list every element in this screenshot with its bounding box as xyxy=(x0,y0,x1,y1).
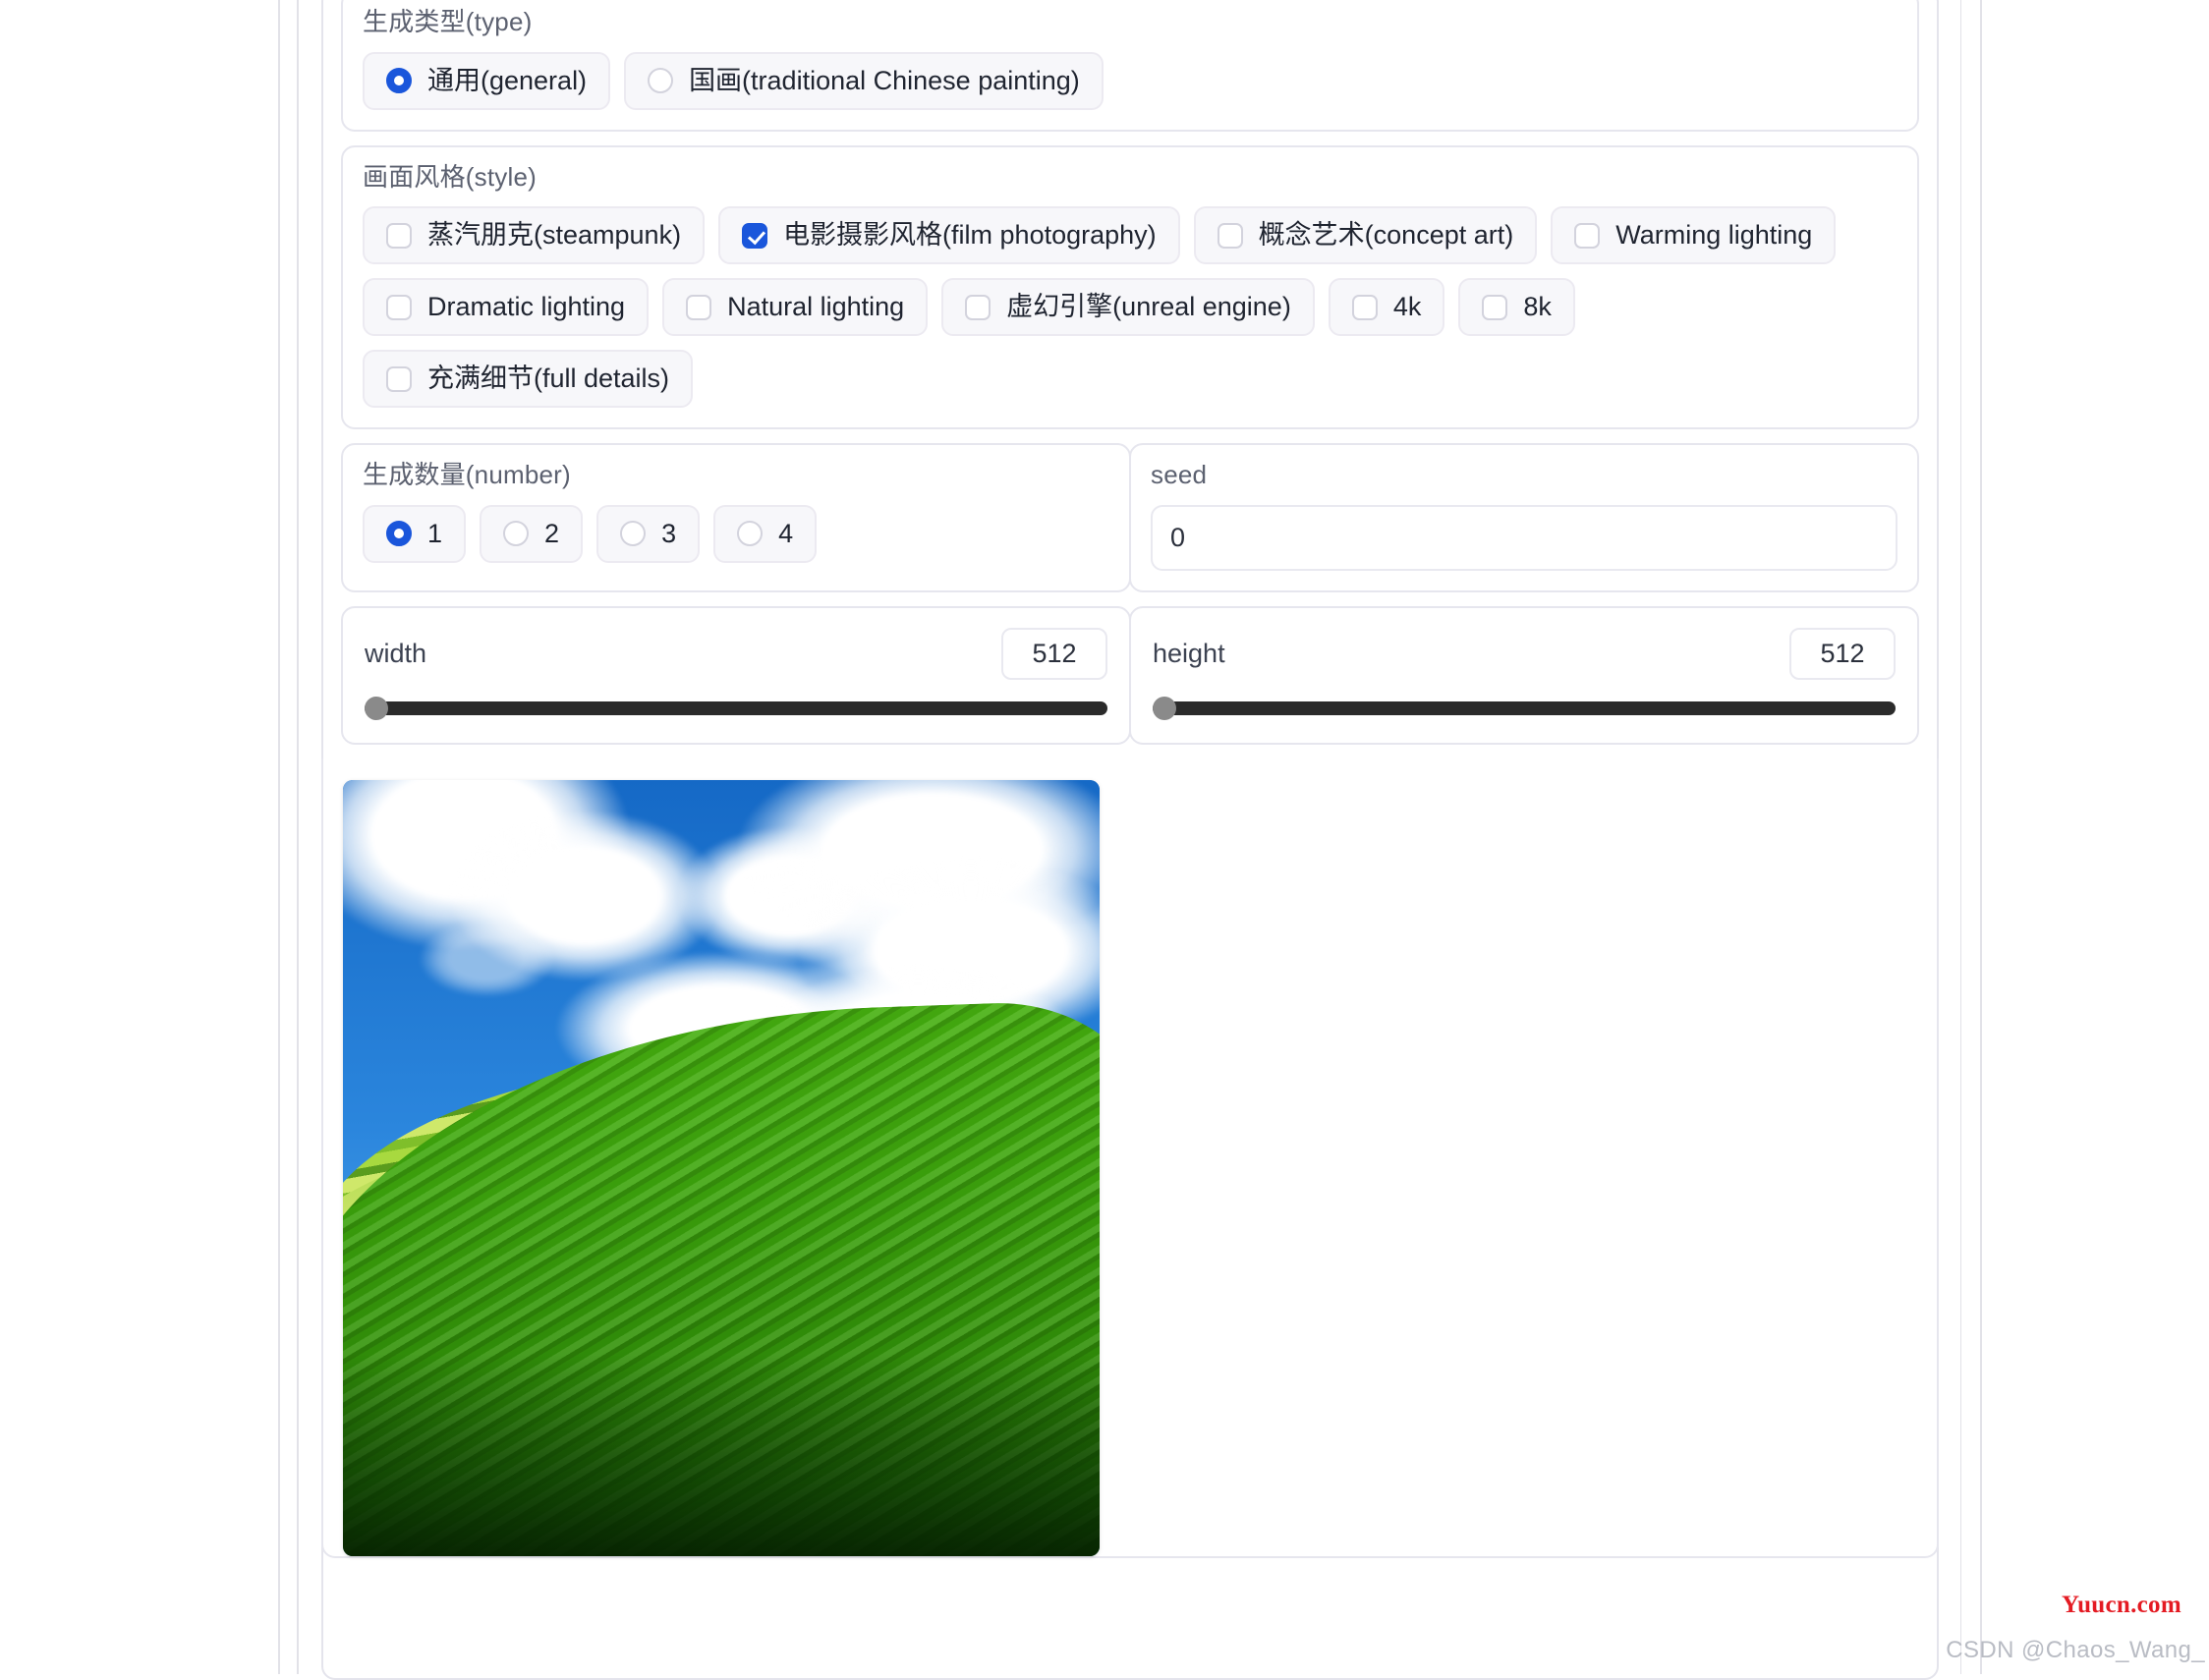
width-slider-section: width 512 xyxy=(341,605,1131,745)
height-slider-head: height 512 xyxy=(1153,627,1896,680)
style-option-4k[interactable]: 4k xyxy=(1328,278,1445,337)
height-slider-section: height 512 xyxy=(1129,605,1919,745)
radio-icon[interactable] xyxy=(620,521,647,547)
style-option-film-photography-label: 电影摄影风格(film photography) xyxy=(783,220,1157,251)
image-cloud xyxy=(419,919,555,997)
width-slider-thumb[interactable] xyxy=(365,696,388,720)
style-option-4k-label: 4k xyxy=(1392,292,1422,322)
radio-icon-selected[interactable] xyxy=(386,68,412,94)
image-grass-foreground xyxy=(343,1354,1100,1556)
width-value-box[interactable]: 512 xyxy=(1001,627,1107,680)
generated-image[interactable] xyxy=(343,779,1100,1556)
style-option-unreal-engine[interactable]: 虚幻引擎(unreal engine) xyxy=(941,278,1315,337)
number-option-4[interactable]: 4 xyxy=(713,504,818,563)
number-section: 生成数量(number) 1 2 3 4 xyxy=(341,443,1131,592)
seed-section: seed xyxy=(1129,443,1919,592)
style-option-concept-art-label: 概念艺术(concept art) xyxy=(1258,220,1514,251)
frame-rail-inner-right xyxy=(1980,0,1982,1674)
width-slider-head: width 512 xyxy=(365,627,1107,680)
style-option-8k[interactable]: 8k xyxy=(1458,278,1575,337)
height-slider-thumb[interactable] xyxy=(1153,696,1176,720)
form-area: 生成类型(type) 通用(general) 国画(traditional Ch… xyxy=(321,0,1939,1558)
number-option-4-label: 4 xyxy=(778,518,794,548)
number-option-2-label: 2 xyxy=(544,518,560,548)
number-option-3-label: 3 xyxy=(661,518,677,548)
checkbox-icon[interactable] xyxy=(1482,294,1508,320)
number-option-1[interactable]: 1 xyxy=(363,504,467,563)
frame-rail-outer-left xyxy=(278,0,280,1674)
style-option-film-photography[interactable]: 电影摄影风格(film photography) xyxy=(718,206,1180,265)
number-option-1-label: 1 xyxy=(427,518,443,548)
style-option-concept-art[interactable]: 概念艺术(concept art) xyxy=(1193,206,1538,265)
generation-panel: 生成类型(type) 通用(general) 国画(traditional Ch… xyxy=(321,0,1939,1680)
number-option-row: 1 2 3 4 xyxy=(363,504,1109,563)
style-option-full-details-label: 充满细节(full details) xyxy=(427,364,670,394)
width-slider-label: width xyxy=(365,638,427,668)
size-slider-row: width 512 height 512 xyxy=(341,605,1919,745)
number-section-title: 生成数量(number) xyxy=(363,460,571,490)
style-section: 画面风格(style) 蒸汽朋克(steampunk) 电影摄影风格(film … xyxy=(341,144,1919,430)
style-option-row: 蒸汽朋克(steampunk) 电影摄影风格(film photography)… xyxy=(363,206,1897,409)
type-option-chinese-painting-label: 国画(traditional Chinese painting) xyxy=(689,65,1080,95)
seed-section-title: seed xyxy=(1151,460,1208,490)
style-option-dramatic-lighting[interactable]: Dramatic lighting xyxy=(363,278,650,337)
type-option-general[interactable]: 通用(general) xyxy=(363,51,611,110)
height-slider-track[interactable] xyxy=(1153,696,1896,720)
style-option-dramatic-lighting-label: Dramatic lighting xyxy=(427,292,626,322)
style-option-steampunk-label: 蒸汽朋克(steampunk) xyxy=(427,220,682,251)
style-option-unreal-engine-label: 虚幻引擎(unreal engine) xyxy=(1006,292,1291,322)
width-slider-track[interactable] xyxy=(365,696,1107,720)
height-slider-label: height xyxy=(1153,638,1225,668)
type-option-general-label: 通用(general) xyxy=(427,65,588,95)
checkbox-icon[interactable] xyxy=(965,294,991,320)
checkbox-icon[interactable] xyxy=(386,294,412,320)
number-seed-row: 生成数量(number) 1 2 3 4 seed 0 xyxy=(341,443,1919,592)
radio-icon[interactable] xyxy=(648,68,674,94)
checkbox-icon[interactable] xyxy=(386,222,412,249)
style-option-full-details[interactable]: 充满细节(full details) xyxy=(363,350,694,409)
number-option-3[interactable]: 3 xyxy=(596,504,701,563)
checkbox-icon[interactable] xyxy=(1351,294,1378,320)
style-option-natural-lighting[interactable]: Natural lighting xyxy=(662,278,929,337)
style-option-warming-lighting-label: Warming lighting xyxy=(1615,220,1813,251)
style-option-steampunk[interactable]: 蒸汽朋克(steampunk) xyxy=(363,206,706,265)
radio-icon-selected[interactable] xyxy=(386,521,412,547)
watermark-site: Yuucn.com xyxy=(2062,1592,2181,1618)
type-section-title: 生成类型(type) xyxy=(363,7,533,36)
checkbox-icon[interactable] xyxy=(386,365,412,392)
height-value-box[interactable]: 512 xyxy=(1789,627,1896,680)
checkbox-icon[interactable] xyxy=(686,294,712,320)
type-section: 生成类型(type) 通用(general) 国画(traditional Ch… xyxy=(341,0,1919,132)
radio-icon[interactable] xyxy=(737,521,764,547)
checkbox-icon[interactable] xyxy=(1574,222,1601,249)
style-option-warming-lighting[interactable]: Warming lighting xyxy=(1551,206,1837,265)
style-option-natural-lighting-label: Natural lighting xyxy=(727,292,905,322)
app-column: 生成类型(type) 通用(general) 国画(traditional Ch… xyxy=(299,0,1960,1680)
checkbox-icon-checked[interactable] xyxy=(742,222,768,249)
type-option-row: 通用(general) 国画(traditional Chinese paint… xyxy=(363,51,1897,110)
result-section xyxy=(321,757,1939,1558)
style-section-title: 画面风格(style) xyxy=(363,161,537,192)
checkbox-icon[interactable] xyxy=(1217,222,1243,249)
seed-input[interactable] xyxy=(1151,504,1897,571)
radio-icon[interactable] xyxy=(503,521,530,547)
type-option-chinese-painting[interactable]: 国画(traditional Chinese painting) xyxy=(624,51,1104,110)
number-option-2[interactable]: 2 xyxy=(480,504,584,563)
style-option-8k-label: 8k xyxy=(1523,292,1552,322)
watermark-author: CSDN @Chaos_Wang_ xyxy=(1946,1637,2205,1663)
